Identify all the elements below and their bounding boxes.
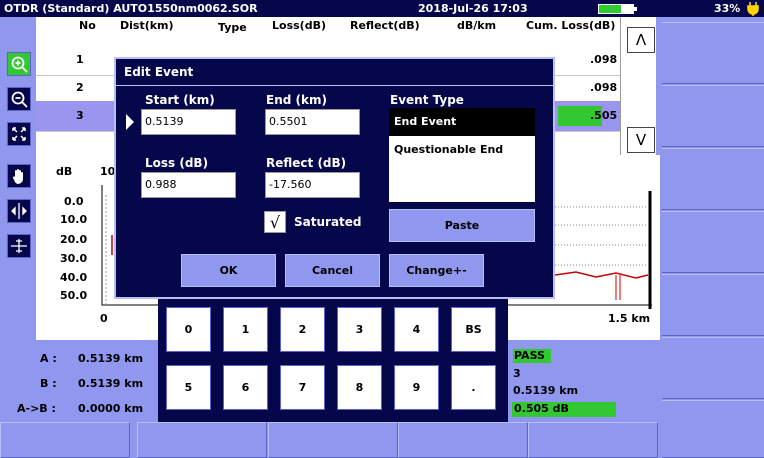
key-0[interactable]: 0	[166, 307, 211, 352]
numeric-keypad: 0 1 2 3 4 BS 5 6 7 8 9 .	[158, 299, 508, 422]
end-label: End (km)	[266, 93, 327, 107]
battery-icon	[598, 4, 637, 14]
cursor-ab-label: A->B :	[17, 402, 56, 415]
side-button-1[interactable]	[662, 22, 764, 84]
cursor-a-value: 0.5139 km	[78, 352, 144, 365]
saturated-label: Saturated	[294, 215, 362, 229]
datetime: 2018-Jul-26 17:03	[418, 2, 528, 15]
key-1[interactable]: 1	[223, 307, 268, 352]
event-count: 3	[513, 367, 521, 380]
paste-button[interactable]: Paste	[389, 209, 535, 242]
fiber-length: 0.5139 km	[513, 384, 579, 397]
vertical-cursor-icon[interactable]	[7, 234, 31, 258]
key-2[interactable]: 2	[280, 307, 325, 352]
ok-button[interactable]: OK	[181, 254, 276, 287]
pan-hand-icon[interactable]	[7, 164, 31, 188]
cancel-button[interactable]: Cancel	[285, 254, 380, 287]
key-8[interactable]: 8	[337, 365, 382, 410]
event-type-option-selected[interactable]: End Event	[389, 108, 535, 136]
cursor-b-value: 0.5139 km	[78, 377, 144, 390]
col-header-loss: Loss(dB)	[272, 19, 326, 32]
softkey-3[interactable]	[268, 422, 398, 458]
event-type-label: Event Type	[390, 93, 464, 107]
side-button-5[interactable]	[662, 274, 764, 336]
softkey-1[interactable]	[0, 422, 130, 458]
start-label: Start (km)	[145, 93, 215, 107]
col-header-type: Type	[218, 21, 247, 34]
col-header-dbkm: dB/km	[457, 19, 497, 32]
start-km-input[interactable]: 0.5139	[141, 109, 236, 135]
col-header-reflect: Reflect(dB)	[350, 19, 420, 32]
col-header-dist: Dist(km)	[120, 19, 174, 32]
loss-db-input[interactable]: 0.988	[141, 172, 236, 198]
event-type-list[interactable]: End Event Questionable End	[389, 108, 535, 202]
cursor-ab-value: 0.0000 km	[78, 402, 144, 415]
side-button-2[interactable]	[662, 85, 764, 147]
battery-percent: 33%	[714, 2, 741, 15]
end-km-input[interactable]: 0.5501	[265, 109, 360, 135]
change-sign-button[interactable]: Change+-	[389, 254, 484, 287]
key-6[interactable]: 6	[223, 365, 268, 410]
side-button-4[interactable]	[662, 211, 764, 273]
horizontal-cursor-icon[interactable]	[7, 199, 31, 223]
key-3[interactable]: 3	[337, 307, 382, 352]
scroll-up-button[interactable]: Λ	[627, 27, 655, 53]
reflect-db-input[interactable]: -17.560	[265, 172, 360, 198]
file-title: OTDR (Standard) AUTO1550nm0062.SOR	[4, 2, 258, 15]
fit-view-icon[interactable]	[7, 122, 31, 146]
reflect-label: Reflect (dB)	[266, 156, 347, 170]
zoom-in-icon[interactable]	[7, 52, 31, 76]
side-button-6[interactable]	[662, 337, 764, 399]
softkey-4[interactable]	[398, 422, 528, 458]
side-button-3[interactable]	[662, 148, 764, 210]
active-field-arrow-icon	[126, 114, 134, 130]
loss-label: Loss (dB)	[145, 156, 209, 170]
zoom-out-icon[interactable]	[7, 87, 31, 111]
key-7[interactable]: 7	[280, 365, 325, 410]
softkey-2[interactable]	[137, 422, 267, 458]
scroll-down-button[interactable]: V	[627, 127, 655, 153]
dialog-title: Edit Event	[124, 65, 194, 79]
key-5[interactable]: 5	[166, 365, 211, 410]
col-header-cum-loss: Cum. Loss(dB)	[526, 19, 616, 32]
edit-event-dialog: Edit Event Start (km) 0.5139 End (km) 0.…	[114, 57, 555, 299]
pass-badge: PASS	[513, 349, 551, 363]
table-scrollbar[interactable]: Λ V	[620, 17, 656, 155]
key-decimal[interactable]: .	[451, 365, 496, 410]
result-panel: PASS 3 0.5139 km 0.505 dB	[510, 347, 656, 420]
key-9[interactable]: 9	[394, 365, 439, 410]
key-backspace[interactable]: BS	[451, 307, 496, 352]
plug-icon	[747, 2, 759, 16]
softkey-5[interactable]	[528, 422, 658, 458]
saturated-checkbox[interactable]: √	[264, 211, 286, 233]
title-bar: OTDR (Standard) AUTO1550nm0062.SOR 2018-…	[0, 0, 764, 17]
event-type-option[interactable]: Questionable End	[389, 136, 535, 164]
key-4[interactable]: 4	[394, 307, 439, 352]
cursor-b-label: B :	[40, 377, 57, 390]
side-button-7[interactable]	[662, 400, 764, 458]
total-loss: 0.505 dB	[512, 402, 616, 417]
col-header-no: No	[79, 19, 96, 32]
cursor-a-label: A :	[40, 352, 57, 365]
